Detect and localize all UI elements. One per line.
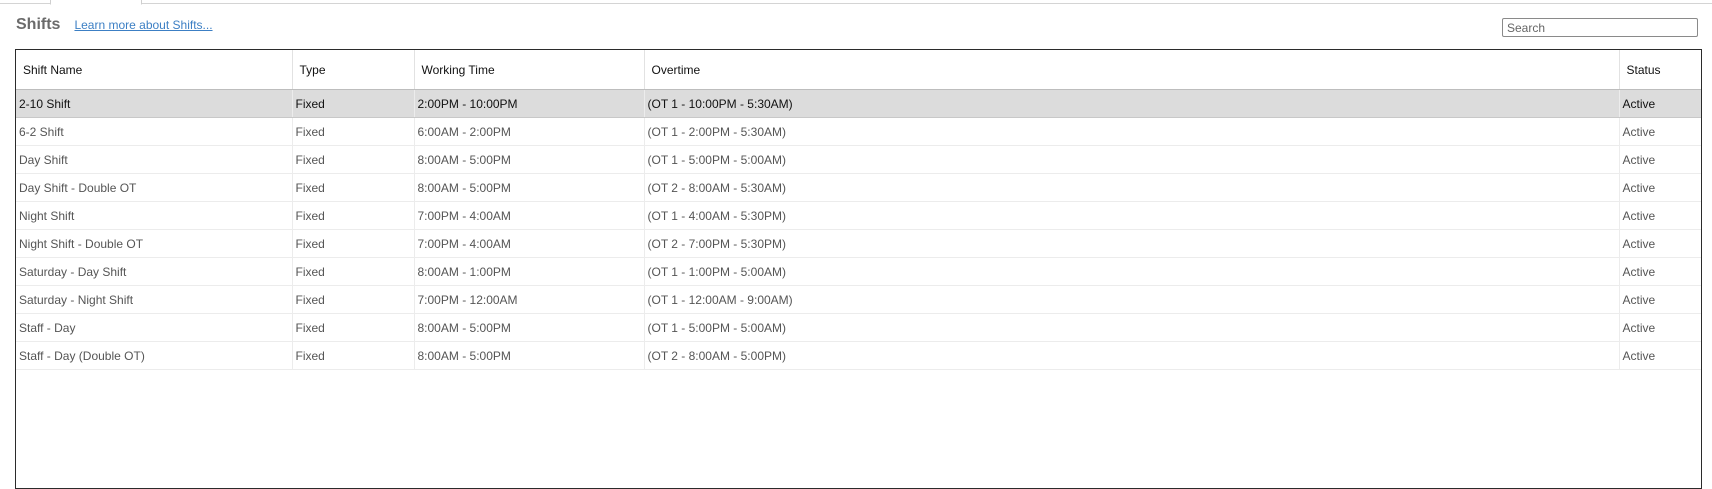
shifts-grid: Shift Name Type Working Time Overtime St…	[15, 49, 1702, 489]
page-title: Shifts	[16, 16, 61, 33]
cell-overtime: (OT 1 - 5:00PM - 5:00AM)	[644, 145, 1620, 174]
cell-overtime: (OT 1 - 10:00PM - 5:30AM)	[644, 89, 1620, 118]
cell-shift-name: Staff - Day	[16, 313, 293, 342]
cell-status: Active	[1619, 229, 1701, 258]
cell-type: Fixed	[292, 285, 415, 314]
table-body: 2-10 Shift Fixed 2:00PM - 10:00PM (OT 1 - 1…	[16, 89, 1701, 370]
table-row[interactable]: Day Shift Fixed 8:00AM - 5:00PM (OT 1 - 5:0…	[16, 145, 1701, 174]
cell-overtime: (OT 2 - 7:00PM - 5:30PM)	[644, 229, 1620, 258]
column-header-status[interactable]: Status	[1619, 50, 1701, 90]
table-row[interactable]: Saturday - Night Shift Fixed 7:00PM - 12:0…	[16, 285, 1701, 314]
cell-status: Active	[1619, 313, 1701, 342]
cell-overtime: (OT 1 - 4:00AM - 5:30PM)	[644, 201, 1620, 230]
cell-type: Fixed	[292, 341, 415, 370]
cell-shift-name: Day Shift	[16, 145, 293, 174]
cell-overtime: (OT 2 - 8:00AM - 5:30AM)	[644, 173, 1620, 202]
table-row[interactable]: 2-10 Shift Fixed 2:00PM - 10:00PM (OT 1 - 1…	[16, 89, 1701, 118]
table-row[interactable]: Day Shift - Double OT Fixed 8:00AM - 5:00P…	[16, 173, 1701, 202]
table-row[interactable]: Staff - Day (Double OT) Fixed 8:00AM - 5:0…	[16, 341, 1701, 370]
cell-shift-name: Day Shift - Double OT	[16, 173, 293, 202]
cell-type: Fixed	[292, 145, 415, 174]
column-header-shift-name[interactable]: Shift Name	[16, 50, 293, 90]
cell-working-time: 8:00AM - 5:00PM	[414, 173, 645, 202]
cell-working-time: 7:00PM - 12:00AM	[414, 285, 645, 314]
cell-shift-name: 2-10 Shift	[16, 89, 293, 118]
cell-overtime: (OT 2 - 8:00AM - 5:00PM)	[644, 341, 1620, 370]
table-row[interactable]: Staff - Day Fixed 8:00AM - 5:00PM (OT 1 - 5…	[16, 313, 1701, 342]
cell-overtime: (OT 1 - 1:00PM - 5:00AM)	[644, 257, 1620, 286]
cell-status: Active	[1619, 257, 1701, 286]
cell-shift-name: Staff - Day (Double OT)	[16, 341, 293, 370]
header-row: Shift Name Type Working Time Overtime St…	[16, 50, 1701, 90]
search-input[interactable]	[1502, 18, 1698, 37]
learn-more-link[interactable]: Learn more about Shifts...	[74, 18, 212, 32]
cell-working-time: 7:00PM - 4:00AM	[414, 201, 645, 230]
cell-type: Fixed	[292, 89, 415, 118]
cell-working-time: 8:00AM - 5:00PM	[414, 145, 645, 174]
cell-shift-name: Night Shift - Double OT	[16, 229, 293, 258]
cell-shift-name: 6-2 Shift	[16, 117, 293, 146]
shifts-table: Shift Name Type Working Time Overtime St…	[16, 50, 1701, 370]
cell-type: Fixed	[292, 257, 415, 286]
cell-status: Active	[1619, 341, 1701, 370]
cell-status: Active	[1619, 201, 1701, 230]
cell-working-time: 8:00AM - 5:00PM	[414, 313, 645, 342]
cell-working-time: 2:00PM - 10:00PM	[414, 89, 645, 118]
page-header: Shifts Learn more about Shifts...	[16, 16, 213, 40]
top-border	[0, 0, 1712, 4]
cell-status: Active	[1619, 89, 1701, 118]
cell-type: Fixed	[292, 117, 415, 146]
cell-status: Active	[1619, 145, 1701, 174]
cell-status: Active	[1619, 173, 1701, 202]
table-row[interactable]: Saturday - Day Shift Fixed 8:00AM - 1:00PM…	[16, 257, 1701, 286]
active-tab-edge	[50, 0, 142, 5]
column-header-working-time[interactable]: Working Time	[414, 50, 645, 90]
cell-status: Active	[1619, 117, 1701, 146]
cell-overtime: (OT 1 - 12:00AM - 9:00AM)	[644, 285, 1620, 314]
table-row[interactable]: 6-2 Shift Fixed 6:00AM - 2:00PM (OT 1 - 2:0…	[16, 117, 1701, 146]
cell-shift-name: Night Shift	[16, 201, 293, 230]
cell-type: Fixed	[292, 173, 415, 202]
cell-overtime: (OT 1 - 5:00PM - 5:00AM)	[644, 313, 1620, 342]
cell-type: Fixed	[292, 229, 415, 258]
table-row[interactable]: Night Shift - Double OT Fixed 7:00PM - 4:0…	[16, 229, 1701, 258]
cell-type: Fixed	[292, 201, 415, 230]
table-row[interactable]: Night Shift Fixed 7:00PM - 4:00AM (OT 1 - 4…	[16, 201, 1701, 230]
cell-overtime: (OT 1 - 2:00PM - 5:30AM)	[644, 117, 1620, 146]
cell-working-time: 8:00AM - 5:00PM	[414, 341, 645, 370]
cell-shift-name: Saturday - Night Shift	[16, 285, 293, 314]
cell-status: Active	[1619, 285, 1701, 314]
column-header-overtime[interactable]: Overtime	[644, 50, 1620, 90]
cell-shift-name: Saturday - Day Shift	[16, 257, 293, 286]
cell-working-time: 7:00PM - 4:00AM	[414, 229, 645, 258]
cell-working-time: 8:00AM - 1:00PM	[414, 257, 645, 286]
cell-type: Fixed	[292, 313, 415, 342]
column-header-type[interactable]: Type	[292, 50, 415, 90]
cell-working-time: 6:00AM - 2:00PM	[414, 117, 645, 146]
